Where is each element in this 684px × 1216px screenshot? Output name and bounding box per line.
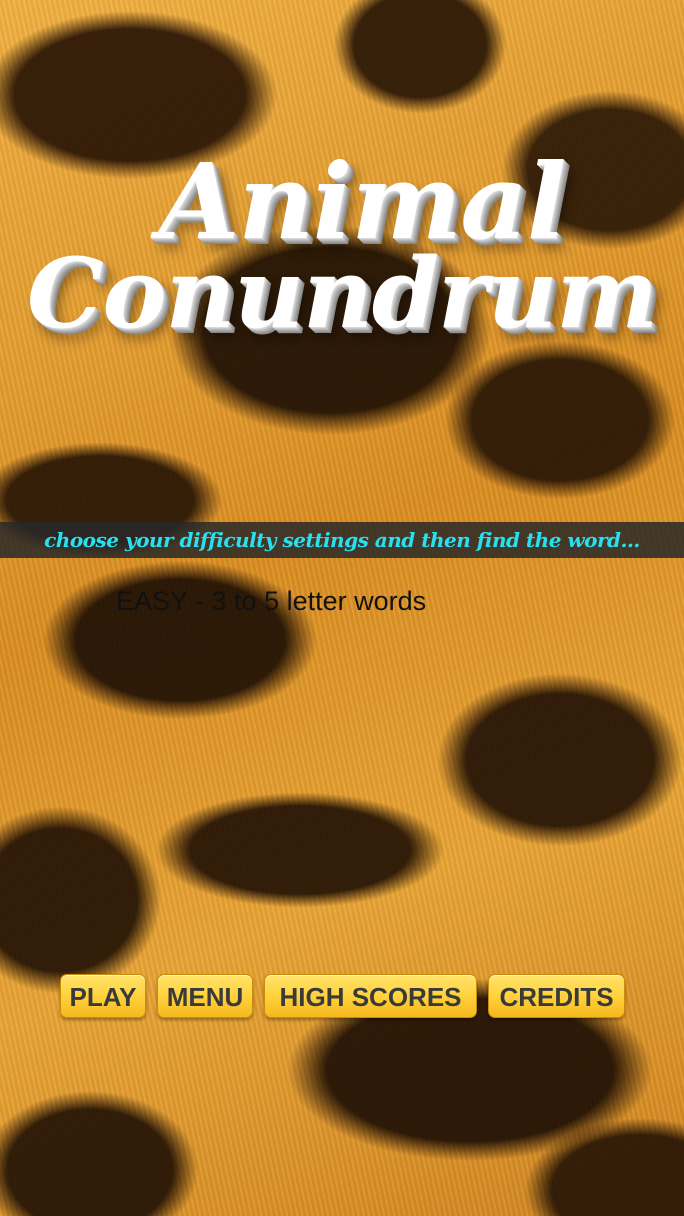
credits-button[interactable]: CREDITS [488, 974, 625, 1018]
instruction-text: choose your difficulty settings and then… [44, 528, 640, 552]
game-title: Animal Conundrum [0, 150, 684, 342]
menu-button[interactable]: MENU [157, 974, 253, 1018]
difficulty-select[interactable]: EASY - 3 to 5 letter words [116, 586, 426, 617]
title-line-conundrum: Conundrum [27, 237, 658, 350]
instruction-banner: choose your difficulty settings and then… [0, 522, 684, 558]
play-button[interactable]: PLAY [60, 974, 146, 1018]
main-button-row: PLAY MENU HIGH SCORES CREDITS [60, 974, 625, 1018]
high-scores-button[interactable]: HIGH SCORES [264, 974, 477, 1018]
